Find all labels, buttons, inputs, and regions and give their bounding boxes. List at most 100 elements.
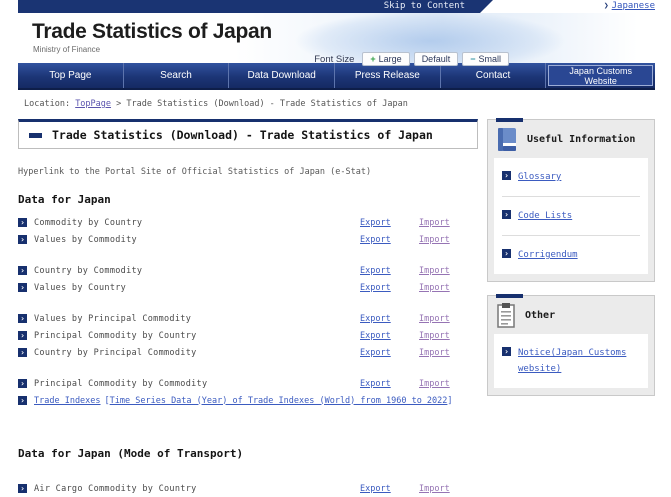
font-size-small-button[interactable]: − Small xyxy=(462,52,509,66)
useful-information-list: › Glossary › Code Lists › Corrigendum xyxy=(494,158,648,274)
import-link[interactable]: Import xyxy=(419,235,460,245)
skip-to-content-link[interactable]: Skip to Content xyxy=(18,0,493,13)
chevron-bullet-icon: › xyxy=(18,314,27,323)
import-link[interactable]: Import xyxy=(419,314,460,324)
export-link[interactable]: Export xyxy=(360,379,419,389)
row-label: Principal Commodity by Commodity xyxy=(34,378,208,389)
chevron-bullet-icon: › xyxy=(18,484,27,493)
site-subtitle: Ministry of Finance xyxy=(33,45,101,54)
font-size-large-button[interactable]: + Large xyxy=(362,52,410,66)
nav-label: Press Release xyxy=(354,70,420,81)
export-link[interactable]: Export xyxy=(360,235,419,245)
export-link[interactable]: Export xyxy=(360,348,419,358)
time-series-link[interactable]: Time Series Data (Year) of Trade Indexes… xyxy=(110,396,448,406)
skip-to-content-label: Skip to Content xyxy=(383,1,465,11)
row-label: Country by Principal Commodity xyxy=(34,347,197,358)
chevron-bullet-icon: › xyxy=(18,283,27,292)
row-label: Values by Principal Commodity xyxy=(34,313,192,324)
nav-contact[interactable]: Contact xyxy=(439,63,546,88)
export-link[interactable]: Export xyxy=(360,484,419,494)
sidebar: Useful Information › Glossary › Code Lis… xyxy=(487,118,655,497)
language-switch: ❯ Japanese xyxy=(604,1,655,11)
table-row: › Country by Principal Commodity Export … xyxy=(18,344,478,361)
accent-bar xyxy=(496,118,523,122)
table-row: › Country by Commodity Export Import xyxy=(18,262,478,279)
import-link[interactable]: Import xyxy=(419,266,460,276)
breadcrumb-home-link[interactable]: TopPage xyxy=(75,99,111,109)
breadcrumb-separator: > xyxy=(116,99,122,109)
main-content: Trade Statistics (Download) - Trade Stat… xyxy=(18,119,478,497)
export-link[interactable]: Export xyxy=(360,266,419,276)
useful-information-header: Useful Information xyxy=(488,120,654,158)
site-title: Trade Statistics of Japan xyxy=(32,20,272,43)
row-group: › Principal Commodity by Commodity Expor… xyxy=(18,375,478,409)
other-box: Other › Notice(Japan Customs website) xyxy=(487,294,655,396)
list-item: › Notice(Japan Customs website) xyxy=(502,334,640,388)
export-link[interactable]: Export xyxy=(360,314,419,324)
row-group: › Air Cargo Commodity by Country Export … xyxy=(18,480,478,497)
nav-data-download[interactable]: Data Download xyxy=(228,63,334,88)
page-title: Trade Statistics (Download) - Trade Stat… xyxy=(52,128,433,142)
notice-link[interactable]: Notice(Japan Customs website) xyxy=(518,345,636,377)
breadcrumb-current: Trade Statistics (Download) - Trade Stat… xyxy=(126,99,408,109)
font-size-controls: Font Size + Large Default − Small xyxy=(314,52,509,66)
nav-press-release[interactable]: Press Release xyxy=(334,63,440,88)
table-row: › Commodity by Country Export Import xyxy=(18,214,478,231)
table-row: › Values by Principal Commodity Export I… xyxy=(18,310,478,327)
font-size-small-label: Small xyxy=(478,54,501,64)
trade-indexes-row: › Trade Indexes [ Time Series Data (Year… xyxy=(18,392,478,409)
japanese-link[interactable]: Japanese xyxy=(612,1,655,11)
list-item: › Glossary xyxy=(502,158,640,197)
useful-information-box: Useful Information › Glossary › Code Lis… xyxy=(487,118,655,282)
nav-japan-customs-website[interactable]: Japan Customs Website xyxy=(545,63,655,88)
nav-label: Top Page xyxy=(49,70,92,81)
import-link[interactable]: Import xyxy=(419,484,460,494)
nav-top-page[interactable]: Top Page xyxy=(18,63,123,88)
import-link[interactable]: Import xyxy=(419,348,460,358)
font-size-large-label: Large xyxy=(378,54,402,64)
table-row: › Values by Country Export Import xyxy=(18,279,478,296)
export-link[interactable]: Export xyxy=(360,218,419,228)
chevron-bullet-icon: › xyxy=(502,171,511,180)
code-lists-link[interactable]: Code Lists xyxy=(518,208,572,224)
row-label: Principal Commodity by Country xyxy=(34,330,197,341)
chevron-bullet-icon: › xyxy=(18,396,27,405)
font-size-default-button[interactable]: Default xyxy=(413,52,459,66)
chevron-bullet-icon: › xyxy=(18,379,27,388)
arrow-right-icon: ❯ xyxy=(603,1,609,10)
other-header: Other xyxy=(488,296,654,334)
corrigendum-link[interactable]: Corrigendum xyxy=(518,247,578,263)
chevron-bullet-icon: › xyxy=(18,218,27,227)
row-label: Values by Country xyxy=(34,282,127,293)
nav-search[interactable]: Search xyxy=(122,63,229,88)
other-list: › Notice(Japan Customs website) xyxy=(494,334,648,388)
import-link[interactable]: Import xyxy=(419,331,460,341)
chevron-bullet-icon: › xyxy=(18,331,27,340)
import-link[interactable]: Import xyxy=(419,218,460,228)
export-link[interactable]: Export xyxy=(360,331,419,341)
row-group: › Commodity by Country Export Import › V… xyxy=(18,214,478,248)
list-item: › Code Lists xyxy=(502,197,640,236)
font-size-label: Font Size xyxy=(314,53,355,65)
chevron-bullet-icon: › xyxy=(18,348,27,357)
import-link[interactable]: Import xyxy=(419,379,460,389)
table-row: › Principal Commodity by Commodity Expor… xyxy=(18,375,478,392)
top-bar: Skip to Content ❯ Japanese xyxy=(0,0,671,13)
import-link[interactable]: Import xyxy=(419,283,460,293)
table-row: › Air Cargo Commodity by Country Export … xyxy=(18,480,478,497)
table-row: › Values by Commodity Export Import xyxy=(18,231,478,248)
book-icon xyxy=(498,128,516,151)
plus-icon: + xyxy=(370,54,376,64)
dash-icon xyxy=(29,132,42,138)
row-label: Commodity by Country xyxy=(34,217,143,228)
row-group: › Values by Principal Commodity Export I… xyxy=(18,310,478,361)
section-heading-mode-of-transport: Data for Japan (Mode of Transport) xyxy=(18,447,244,460)
export-link[interactable]: Export xyxy=(360,283,419,293)
bracket-close: ] xyxy=(447,395,453,406)
trade-indexes-link[interactable]: Trade Indexes xyxy=(34,396,101,406)
glossary-link[interactable]: Glossary xyxy=(518,169,561,185)
breadcrumb-prefix: Location: xyxy=(24,99,71,109)
nav-label: Contact xyxy=(475,70,511,81)
chevron-bullet-icon: › xyxy=(502,210,511,219)
nav-label: Data Download xyxy=(247,70,316,81)
